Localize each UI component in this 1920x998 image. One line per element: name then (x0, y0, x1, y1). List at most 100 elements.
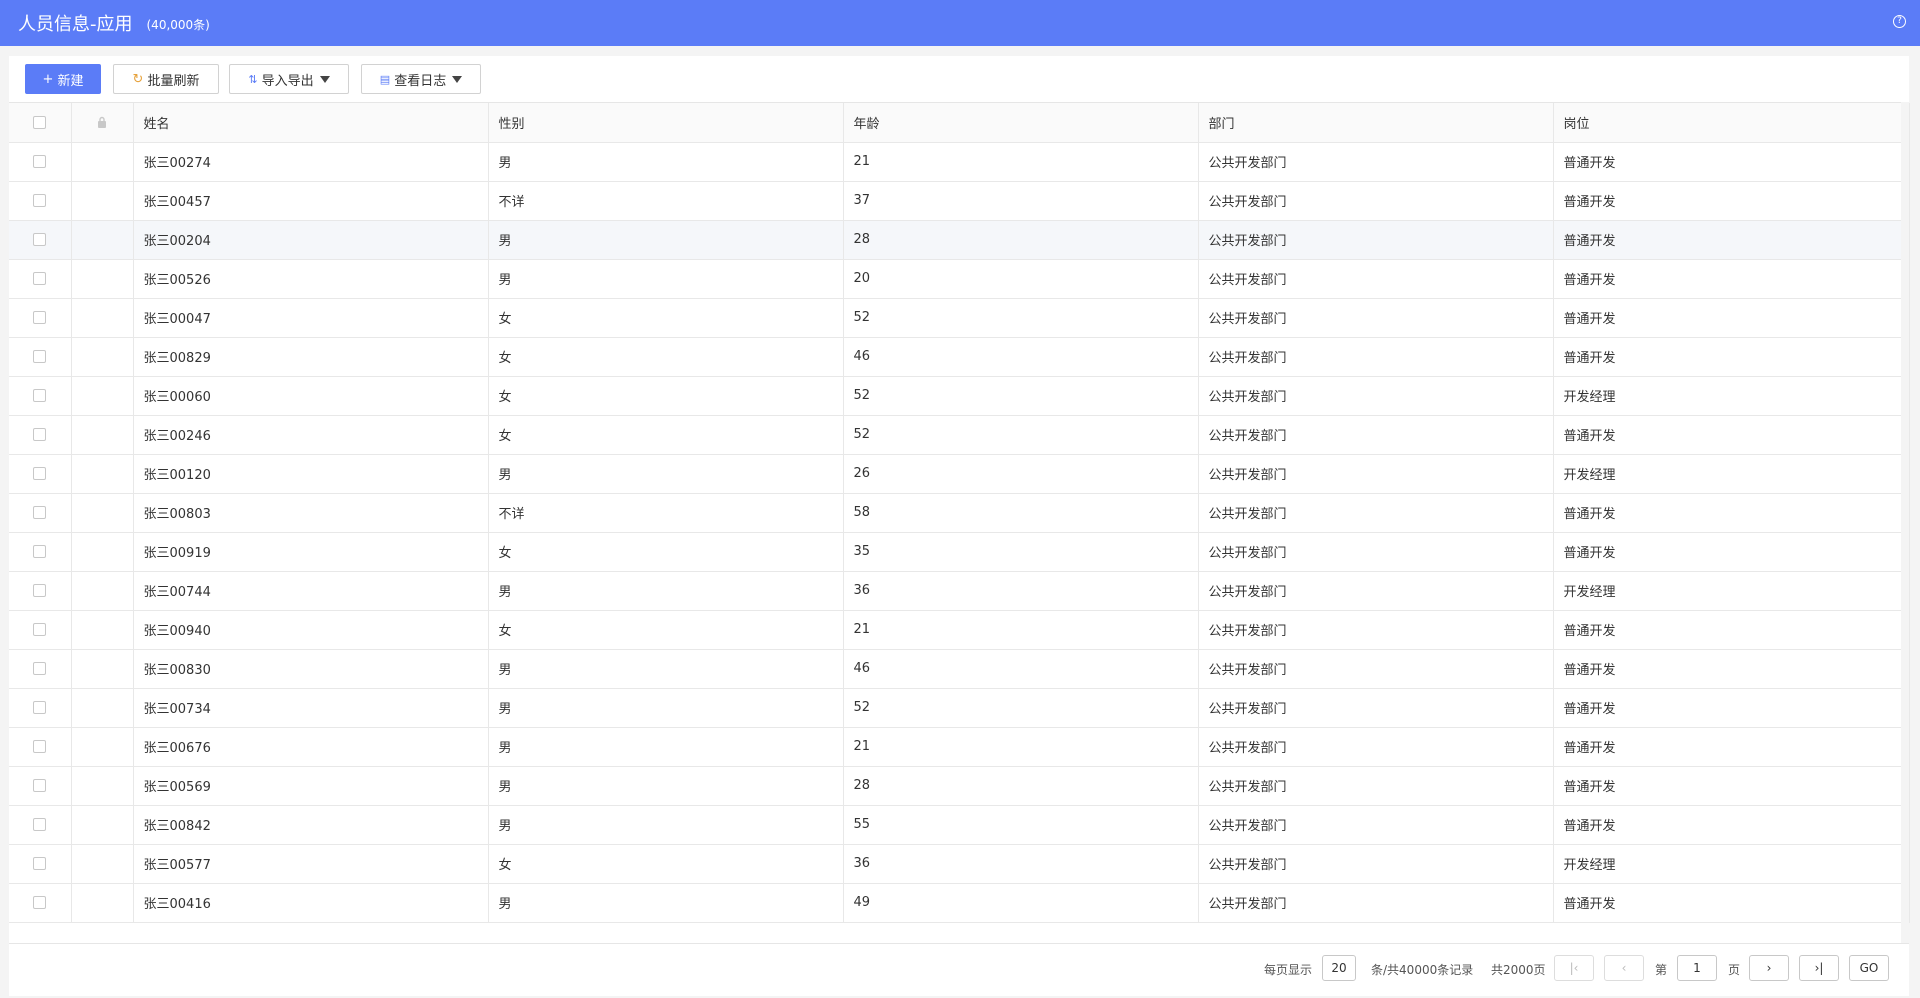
row-checkbox[interactable] (33, 896, 47, 909)
view-log-button[interactable]: ▤ 查看日志 (361, 64, 481, 94)
cell-position: 开发经理 (1553, 571, 1910, 611)
table-row[interactable]: 张三00060 女 52 公共开发部门 开发经理 (9, 376, 1910, 416)
column-header-position[interactable]: 岗位 (1553, 103, 1910, 143)
column-header-age[interactable]: 年龄 (843, 103, 1199, 143)
row-checkbox[interactable] (33, 506, 47, 519)
column-header-department[interactable]: 部门 (1198, 103, 1554, 143)
row-select-cell (9, 181, 72, 221)
table-row[interactable]: 张三00919 女 35 公共开发部门 普通开发 (9, 532, 1910, 572)
cell-position: 普通开发 (1553, 688, 1910, 728)
cell-position: 普通开发 (1553, 766, 1910, 806)
cell-name: 张三00246 (133, 415, 489, 455)
table-row[interactable]: 张三00416 男 49 公共开发部门 普通开发 (9, 883, 1910, 923)
table-row[interactable]: 张三00940 女 21 公共开发部门 普通开发 (9, 610, 1910, 650)
cell-position: 普通开发 (1553, 337, 1910, 377)
next-page-button[interactable]: › (1749, 955, 1789, 981)
column-header-gender[interactable]: 性别 (488, 103, 844, 143)
table-row[interactable]: 张三00246 女 52 公共开发部门 普通开发 (9, 415, 1910, 455)
row-checkbox[interactable] (33, 311, 47, 324)
go-button[interactable]: GO (1849, 955, 1889, 981)
total-records-label: 条/共40000条记录 (1371, 963, 1474, 977)
select-all-checkbox[interactable] (33, 115, 47, 129)
table-row[interactable]: 张三00274 男 21 公共开发部门 普通开发 (9, 142, 1910, 182)
current-page-input[interactable]: 1 (1677, 955, 1717, 981)
cell-gender: 男 (488, 454, 844, 494)
table-row[interactable]: 张三00047 女 52 公共开发部门 普通开发 (9, 298, 1910, 338)
table-row[interactable]: 张三00803 不详 58 公共开发部门 普通开发 (9, 493, 1910, 533)
row-checkbox[interactable] (33, 857, 47, 870)
per-page-input[interactable]: 20 (1322, 955, 1356, 981)
table-row[interactable]: 张三00569 男 28 公共开发部门 普通开发 (9, 766, 1910, 806)
row-checkbox[interactable] (33, 662, 47, 675)
table-row[interactable]: 张三00577 女 36 公共开发部门 开发经理 (9, 844, 1910, 884)
cell-name: 张三00457 (133, 181, 489, 221)
cell-department: 公共开发部门 (1198, 220, 1554, 260)
cell-name: 张三00060 (133, 376, 489, 416)
cell-gender: 男 (488, 727, 844, 767)
prev-page-button[interactable]: ‹ (1604, 955, 1644, 981)
cell-department: 公共开发部门 (1198, 415, 1554, 455)
column-header-name[interactable]: 姓名 (133, 103, 489, 143)
table-row[interactable]: 张三00829 女 46 公共开发部门 普通开发 (9, 337, 1910, 377)
table-row[interactable]: 张三00830 男 46 公共开发部门 普通开发 (9, 649, 1910, 689)
table-row[interactable]: 张三00204 男 28 公共开发部门 普通开发 (9, 220, 1910, 260)
row-select-cell (9, 610, 72, 650)
row-checkbox[interactable] (33, 467, 47, 480)
row-lock-cell (71, 649, 134, 689)
import-export-label: 导入导出 (261, 73, 314, 89)
lock-column-header (71, 103, 134, 143)
row-checkbox[interactable] (33, 233, 47, 246)
cell-age: 46 (843, 337, 1199, 377)
cell-age: 37 (843, 181, 1199, 221)
pagination-bar: 每页显示 20 条/共40000条记录 共2000页 |‹ ‹ 第 1 页 › … (9, 943, 1909, 996)
row-lock-cell (71, 610, 134, 650)
row-checkbox[interactable] (33, 428, 47, 441)
row-checkbox[interactable] (33, 740, 47, 753)
row-checkbox[interactable] (33, 545, 47, 558)
row-select-cell (9, 376, 72, 416)
cell-gender: 不详 (488, 181, 844, 221)
first-page-button[interactable]: |‹ (1554, 955, 1594, 981)
cell-department: 公共开发部门 (1198, 766, 1554, 806)
table-row[interactable]: 张三00744 男 36 公共开发部门 开发经理 (9, 571, 1910, 611)
row-lock-cell (71, 337, 134, 377)
row-checkbox[interactable] (33, 272, 47, 285)
cell-age: 52 (843, 415, 1199, 455)
cell-name: 张三00577 (133, 844, 489, 884)
row-checkbox[interactable] (33, 818, 47, 831)
row-lock-cell (71, 844, 134, 884)
row-checkbox[interactable] (33, 194, 47, 207)
table-row[interactable]: 张三00734 男 52 公共开发部门 普通开发 (9, 688, 1910, 728)
cell-gender: 男 (488, 259, 844, 299)
table-row[interactable]: 张三00842 男 55 公共开发部门 普通开发 (9, 805, 1910, 845)
row-checkbox[interactable] (33, 389, 47, 402)
cell-age: 46 (843, 649, 1199, 689)
row-checkbox[interactable] (33, 584, 47, 597)
toolbar: + 新建 ↻ 批量刷新 ⇅ 导入导出 ▤ 查看日志 (9, 56, 1909, 102)
cell-gender: 不详 (488, 493, 844, 533)
row-checkbox[interactable] (33, 350, 47, 363)
chevron-down-icon (319, 75, 330, 83)
row-checkbox[interactable] (33, 779, 47, 792)
cell-position: 普通开发 (1553, 298, 1910, 338)
cell-name: 张三00829 (133, 337, 489, 377)
vertical-scrollbar[interactable] (1901, 102, 1909, 943)
data-table: 姓名 性别 年龄 部门 岗位 张三00274 男 21 公共开发部门 普通开发 张三004… (9, 103, 1910, 923)
row-lock-cell (71, 493, 134, 533)
table-row[interactable]: 张三00676 男 21 公共开发部门 普通开发 (9, 727, 1910, 767)
row-checkbox[interactable] (33, 623, 47, 636)
import-export-button[interactable]: ⇅ 导入导出 (229, 64, 349, 94)
cell-position: 普通开发 (1553, 883, 1910, 923)
new-button[interactable]: + 新建 (25, 64, 101, 94)
record-count: (40,000条) (146, 17, 210, 32)
help-icon[interactable]: ? (1893, 15, 1906, 28)
table-row[interactable]: 张三00526 男 20 公共开发部门 普通开发 (9, 259, 1910, 299)
table-row[interactable]: 张三00457 不详 37 公共开发部门 普通开发 (9, 181, 1910, 221)
batch-refresh-button[interactable]: ↻ 批量刷新 (113, 64, 219, 94)
chevron-right-icon: › (1766, 961, 1772, 975)
row-checkbox[interactable] (33, 701, 47, 714)
last-page-button[interactable]: ›| (1799, 955, 1839, 981)
table-row[interactable]: 张三00120 男 26 公共开发部门 开发经理 (9, 454, 1910, 494)
row-checkbox[interactable] (33, 155, 47, 168)
row-select-cell (9, 454, 72, 494)
